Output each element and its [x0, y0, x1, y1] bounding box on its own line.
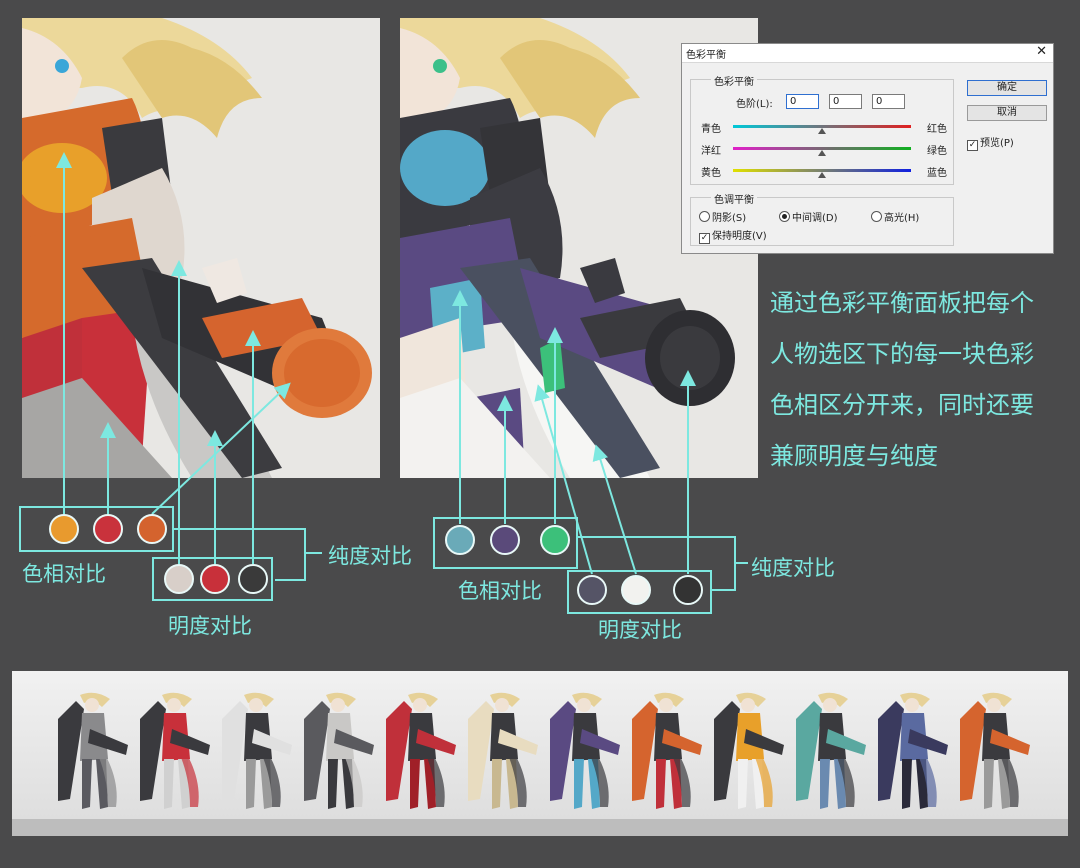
left-hue-swatch-1 [49, 514, 79, 544]
character-variation [796, 692, 866, 809]
left-hue-swatch-2 [93, 514, 123, 544]
character-variation [140, 692, 210, 809]
right-hue-swatch-3 [540, 525, 570, 555]
color-variation-strip [12, 671, 1068, 836]
right-saturation-contrast-label: 纯度对比 [751, 556, 835, 580]
right-hue-contrast-label: 色相对比 [458, 579, 542, 603]
left-hue-swatch-3 [137, 514, 167, 544]
right-value-swatch-2 [621, 575, 651, 605]
right-hue-swatch-2 [490, 525, 520, 555]
right-hue-swatch-1 [445, 525, 475, 555]
character-variation [304, 692, 374, 809]
character-variation [714, 692, 784, 809]
left-hue-contrast-label: 色相对比 [22, 562, 106, 586]
right-value-contrast-label: 明度对比 [598, 618, 682, 642]
character-variation [58, 692, 128, 809]
character-variation [550, 692, 620, 809]
left-saturation-contrast-label: 纯度对比 [328, 544, 412, 568]
left-value-swatch-1 [164, 564, 194, 594]
left-value-swatch-3 [238, 564, 268, 594]
character-variation [878, 692, 948, 809]
right-value-swatch-3 [673, 575, 703, 605]
left-value-contrast-label: 明度对比 [168, 614, 252, 638]
character-variation [386, 692, 456, 809]
character-variation [222, 692, 292, 809]
character-variations [12, 692, 1068, 836]
right-value-swatch-1 [577, 575, 607, 605]
character-variation [632, 692, 702, 809]
character-variation [468, 692, 538, 809]
character-variation [960, 692, 1030, 809]
left-value-swatch-2 [200, 564, 230, 594]
